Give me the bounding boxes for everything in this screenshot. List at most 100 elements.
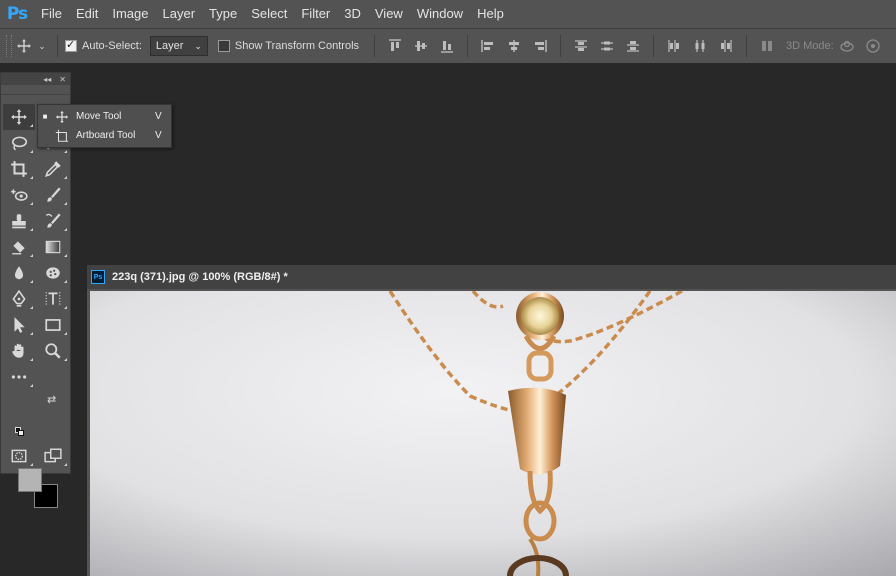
close-icon[interactable]: ✕ [59, 75, 66, 84]
separator [560, 35, 562, 57]
menu-window[interactable]: Window [410, 0, 470, 28]
auto-select-target-dropdown[interactable]: Layer ⌄ [149, 36, 208, 56]
quick-mask-button[interactable] [3, 443, 35, 469]
separator [653, 35, 655, 57]
distribute-vcenter-icon[interactable] [594, 34, 620, 58]
chevron-down-icon: ⌄ [194, 40, 202, 51]
default-colors-icon[interactable] [15, 427, 25, 437]
spot-healing-tool-button[interactable] [3, 182, 35, 208]
dodge-tool-button[interactable] [37, 260, 69, 286]
align-hcenter-icon[interactable] [501, 34, 527, 58]
swap-colors-icon[interactable]: ⇄ [47, 393, 56, 406]
flyout-item-shortcut: V [155, 130, 162, 141]
auto-select-label: Auto-Select: [82, 40, 142, 52]
arrow-pointer-icon [14, 317, 25, 333]
align-left-icon[interactable] [475, 34, 501, 58]
history-brush-icon [45, 213, 61, 228]
distribute-left-icon[interactable] [661, 34, 687, 58]
align-bottom-icon[interactable] [434, 34, 460, 58]
sponge-icon [46, 267, 60, 279]
image-canvas[interactable] [90, 291, 896, 576]
blur-icon [14, 266, 24, 280]
distribute-right-icon[interactable] [713, 34, 739, 58]
move-icon [11, 109, 27, 125]
rectangle-icon [45, 319, 61, 331]
menu-items: File Edit Image Layer Type Select Filter 3D View… [34, 0, 511, 28]
hand-tool-button[interactable] [3, 338, 35, 364]
menu-file[interactable]: File [34, 0, 69, 28]
tools-panel-grip[interactable] [1, 85, 70, 95]
eraser-icon [12, 241, 25, 255]
photoshop-logo: Ps [6, 4, 28, 24]
collapse-panel-icon[interactable]: ◂◂ [43, 75, 51, 84]
menu-type[interactable]: Type [202, 0, 244, 28]
brush-icon [47, 187, 61, 202]
crop-icon [11, 161, 27, 177]
menu-help[interactable]: Help [470, 0, 511, 28]
separator [746, 35, 748, 57]
distribute-top-icon[interactable] [568, 34, 594, 58]
menu-image[interactable]: Image [105, 0, 155, 28]
screen-mode-icon [44, 448, 62, 463]
clone-stamp-tool-button[interactable] [3, 208, 35, 234]
quick-mask-icon [11, 449, 27, 463]
orbit-3d-icon[interactable] [834, 34, 860, 58]
eraser-tool-button[interactable] [3, 234, 35, 260]
rectangle-tool-button[interactable] [37, 312, 69, 338]
brush-tool-button[interactable] [37, 182, 69, 208]
tool-preset-picker[interactable]: ⌄ [12, 33, 50, 59]
separator [57, 35, 58, 57]
eyedropper-icon [45, 161, 61, 177]
lasso-tool-button[interactable] [3, 130, 35, 156]
blur-tool-button[interactable] [3, 260, 35, 286]
clone-stamp-icon [12, 214, 26, 229]
distribute-bottom-icon[interactable] [620, 34, 646, 58]
auto-select-checkbox[interactable] [65, 38, 77, 52]
crop-tool-button[interactable] [3, 156, 35, 182]
screen-mode-button[interactable] [37, 443, 69, 469]
pen-tool-button[interactable] [3, 286, 35, 312]
foreground-color-swatch[interactable] [18, 468, 42, 492]
vertical-type-icon [45, 292, 61, 306]
3d-mode-label: 3D Mode: [786, 40, 834, 52]
history-brush-tool-button[interactable] [37, 208, 69, 234]
pen-icon [12, 290, 26, 307]
zoom-icon [45, 343, 61, 359]
align-top-icon[interactable] [382, 34, 408, 58]
separator [467, 35, 469, 57]
flyout-item-label: Artboard Tool [76, 130, 136, 141]
align-vcenter-icon[interactable] [408, 34, 434, 58]
menu-view[interactable]: View [368, 0, 410, 28]
menu-layer[interactable]: Layer [156, 0, 203, 28]
align-right-icon[interactable] [527, 34, 553, 58]
auto-select-target-value: Layer [155, 40, 184, 52]
hand-icon [12, 343, 24, 358]
color-swatches [18, 468, 66, 512]
document-badge: Ps [91, 270, 105, 284]
chevron-down-icon: ⌄ [38, 40, 46, 51]
eyedropper-tool-button[interactable] [37, 156, 69, 182]
flyout-item-artboard-tool[interactable]: Artboard Tool V [38, 126, 171, 145]
path-selection-tool-button[interactable] [3, 312, 35, 338]
show-transform-checkbox[interactable] [217, 40, 230, 52]
show-transform-label: Show Transform Controls [234, 40, 360, 52]
type-tool-button[interactable] [37, 286, 69, 312]
menu-filter[interactable]: Filter [294, 0, 337, 28]
align-buttons [382, 34, 780, 58]
move-tool-flyout-menu: ■ Move Tool V Artboard Tool V [37, 104, 172, 148]
necklace-photo [90, 291, 896, 576]
document-tab[interactable]: Ps 223q (371).jpg @ 100% (RGB/8#) * [87, 265, 896, 289]
menu-edit[interactable]: Edit [69, 0, 105, 28]
distribute-hcenter-icon[interactable] [687, 34, 713, 58]
menu-select[interactable]: Select [244, 0, 294, 28]
gradient-tool-button[interactable] [37, 234, 69, 260]
flyout-item-move-tool[interactable]: ■ Move Tool V [38, 107, 171, 126]
menu-3d[interactable]: 3D [337, 0, 368, 28]
auto-align-icon[interactable] [754, 34, 780, 58]
spot-healing-icon [11, 189, 28, 201]
move-tool-button[interactable] [3, 104, 35, 130]
edit-toolbar-button[interactable] [3, 364, 35, 390]
menu-bar: Ps File Edit Image Layer Type Select Filter 3D V… [0, 0, 896, 28]
rotate-3d-icon[interactable] [860, 34, 886, 58]
zoom-tool-button[interactable] [37, 338, 69, 364]
